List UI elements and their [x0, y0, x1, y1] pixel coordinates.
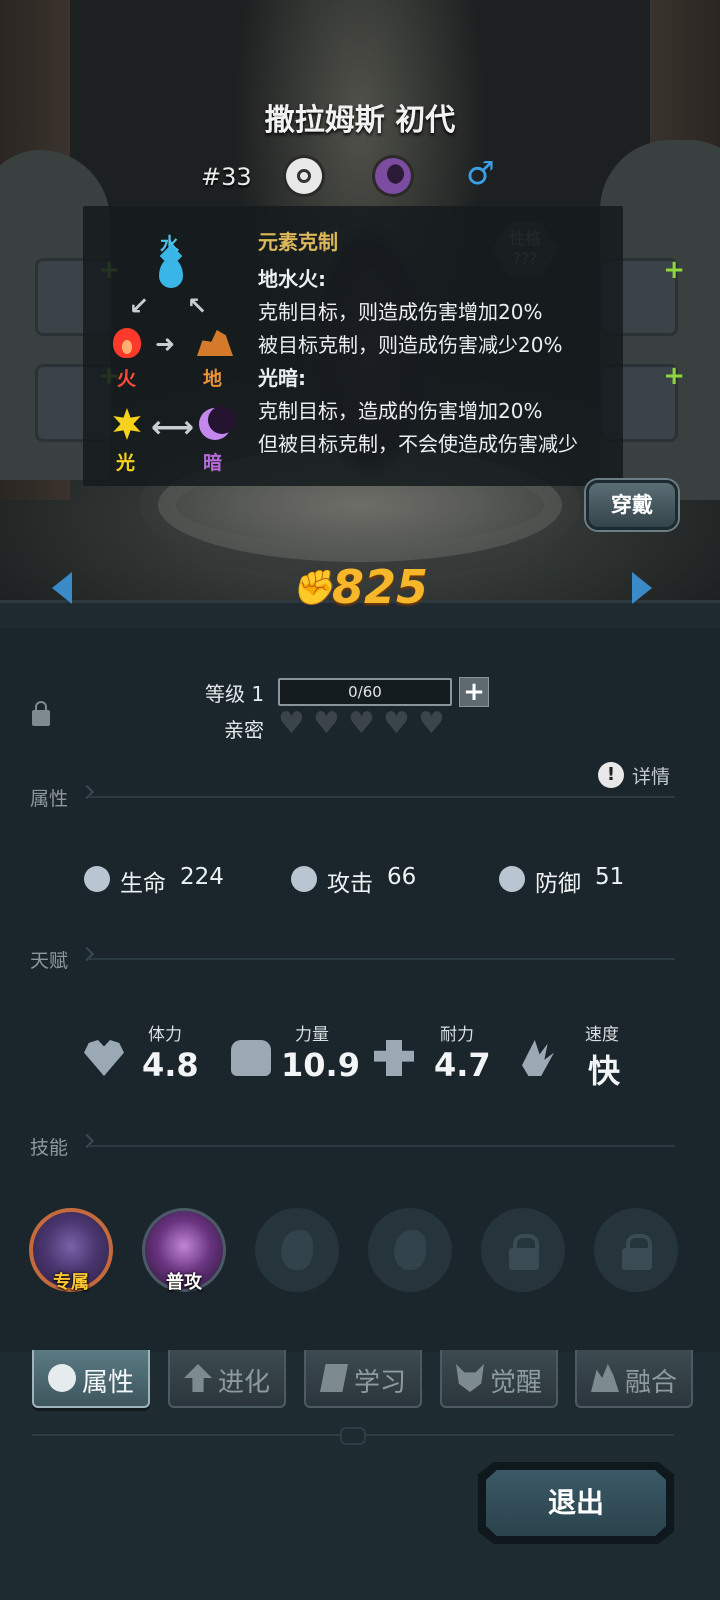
heart-shield-icon [84, 866, 110, 892]
dark-label: 暗 [203, 452, 223, 474]
tooltip-line: 但被目标克制，不会使造成伤害减少 [258, 432, 578, 456]
earth-icon [197, 330, 233, 356]
section-divider [88, 796, 675, 798]
muscle-icon [374, 1040, 414, 1076]
tooltip-text: 元素克制 地水火: 克制目标，则造成伤害增加20% 被目标克制，则造成伤害减少2… [258, 226, 618, 461]
tab-label: 融合 [625, 1368, 678, 1398]
section-label: 属性 [30, 788, 69, 810]
eye-type-icon[interactable] [286, 158, 322, 194]
light-label: 光 [116, 452, 136, 474]
section-label: 技能 [30, 1137, 69, 1159]
tab-fusion[interactable]: 融合 [575, 1350, 693, 1408]
exit-button-label: 退出 [486, 1470, 666, 1536]
paw-icon [48, 1364, 76, 1392]
tab-label: 属性 [82, 1368, 135, 1398]
heart-icon [418, 706, 445, 741]
dark-moon-icon [199, 406, 236, 440]
skill-slot-empty[interactable] [368, 1208, 452, 1292]
fire-label: 火 [117, 368, 137, 390]
tab-label: 进化 [218, 1368, 271, 1398]
level-label: 等级 1 [205, 682, 265, 706]
tooltip-line: 克制目标，则造成伤害增加20% [258, 300, 543, 324]
tab-awaken[interactable]: 觉醒 [440, 1350, 558, 1408]
next-monster-arrow-icon[interactable] [632, 572, 652, 604]
skill-label: 专属 [53, 1272, 89, 1293]
stat-name: 生命 [120, 871, 166, 897]
tab-evolve[interactable]: 进化 [168, 1350, 286, 1408]
talent-name: 耐力 [440, 1025, 474, 1045]
talent-name: 力量 [295, 1025, 329, 1045]
section-attributes: 属性 [30, 784, 675, 810]
water-drop-icon [159, 258, 183, 288]
skill-slot-locked[interactable] [481, 1208, 565, 1292]
exit-button[interactable]: 退出 [478, 1462, 674, 1544]
talent-name: 体力 [148, 1025, 182, 1045]
add-icon: + [663, 255, 685, 285]
stat-value: 66 [387, 864, 417, 890]
stat-name: 攻击 [327, 871, 373, 897]
exp-progress-bar: 0/60 [278, 678, 452, 706]
light-sun-icon [113, 408, 141, 440]
dark-type-icon[interactable] [375, 158, 411, 194]
talent-name: 速度 [585, 1025, 619, 1045]
heart-icon [278, 706, 305, 741]
book-icon [320, 1364, 348, 1392]
fire-icon [113, 328, 141, 358]
heart-icon [84, 1040, 124, 1076]
arrow-both-icon: ⟷ [151, 410, 195, 445]
heart-icon [348, 706, 375, 741]
male-gender-icon: ♂ [466, 154, 495, 192]
arrow-right-icon: ➜ [155, 330, 176, 358]
skill-label: 普攻 [166, 1272, 202, 1293]
stat-name: 防御 [535, 871, 581, 897]
wing-icon [522, 1040, 554, 1076]
intimacy-label: 亲密 [224, 718, 264, 742]
arrow-up-icon [184, 1364, 212, 1392]
arrow-up-left-icon: ↖ [187, 292, 208, 320]
level-up-button[interactable]: + [459, 677, 489, 707]
talent-value: 4.8 [142, 1046, 199, 1084]
lock-icon[interactable] [32, 701, 50, 726]
fusion-icon [591, 1364, 619, 1392]
tooltip-title: 元素克制 [258, 230, 338, 254]
stat-value: 51 [595, 864, 625, 890]
tab-label: 觉醒 [490, 1368, 543, 1398]
section-skills: 技能 [30, 1133, 675, 1159]
heart-icon [383, 706, 410, 741]
sword-icon [291, 866, 317, 892]
section-talents: 天赋 [30, 946, 675, 972]
element-counter-tooltip: 水 ↙ ↖ ➜ 火 地 ⟷ 光 暗 元素克制 地水火: 克制目标，则造成伤害增加… [83, 206, 623, 486]
section-divider [88, 1145, 675, 1147]
heart-icon [313, 706, 340, 741]
earth-label: 地 [203, 368, 223, 390]
add-icon: + [663, 361, 685, 391]
tooltip-line: 地水火: [258, 267, 326, 291]
tooltip-line: 克制目标，造成的伤害增加20% [258, 399, 543, 423]
tooltip-line: 光暗: [258, 366, 306, 390]
skill-slot-empty[interactable] [255, 1208, 339, 1292]
tooltip-line: 被目标克制，则造成伤害减少20% [258, 333, 563, 357]
divider-ornament [340, 1427, 366, 1445]
tab-learn[interactable]: 学习 [304, 1350, 422, 1408]
stat-value: 224 [180, 864, 224, 890]
arrow-down-left-icon: ↙ [129, 292, 150, 320]
skill-slot-locked[interactable] [594, 1208, 678, 1292]
talent-value: 10.9 [281, 1046, 360, 1084]
previous-monster-arrow-icon[interactable] [52, 572, 72, 604]
equip-button[interactable]: 穿戴 [586, 480, 678, 530]
demon-mask-icon [456, 1364, 484, 1392]
talent-value: 4.7 [434, 1046, 491, 1084]
section-label: 天赋 [30, 950, 69, 972]
combat-power-value: 825 [332, 560, 429, 614]
monster-meta-row: #33 ♂ [0, 154, 720, 198]
tab-label: 学习 [354, 1368, 407, 1398]
fist-icon [231, 1040, 271, 1076]
shield-icon [499, 866, 525, 892]
dex-number: #33 [201, 163, 252, 191]
section-divider [88, 958, 675, 960]
tab-attributes[interactable]: 属性 [32, 1350, 150, 1408]
monster-name: 撒拉姆斯 初代 [264, 103, 456, 138]
talent-value: 快 [588, 1052, 621, 1090]
